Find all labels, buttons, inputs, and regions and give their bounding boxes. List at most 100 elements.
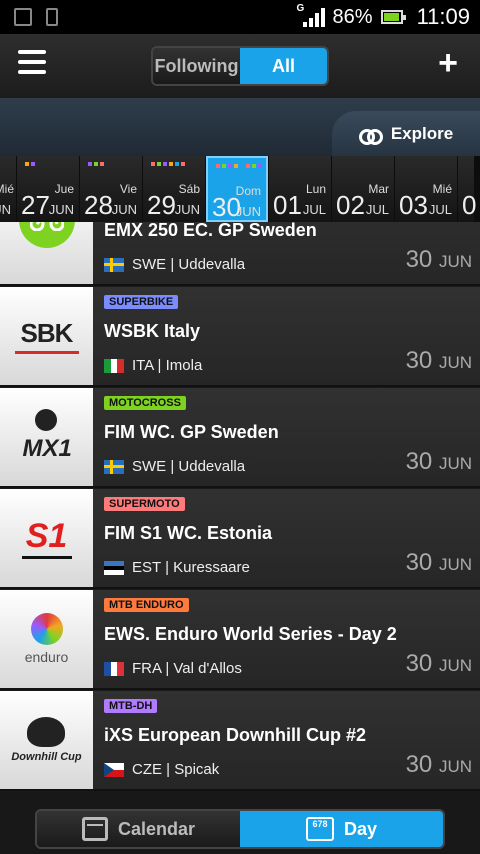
calendar-label: Calendar [117, 818, 196, 839]
notification-icon [14, 8, 32, 26]
date-cell[interactable]: Lun 01 JUL [269, 156, 331, 222]
event-date: 30 JUN [405, 347, 472, 374]
event-title: iXS European Downhill Cup #2 [104, 725, 367, 745]
date-month: JUN [0, 202, 11, 217]
date-month: JUL [428, 202, 452, 217]
date-day-name: Jue [54, 182, 74, 196]
all-tab[interactable]: All [240, 48, 327, 84]
event-date: 30 JUN [405, 650, 472, 677]
date-cell[interactable]: Mar 02 JUL [332, 156, 394, 222]
date-month: JUN [111, 202, 137, 217]
explore-button[interactable]: Explore [332, 111, 480, 156]
flag-swe-icon [104, 459, 124, 474]
event-location: SWE | Uddevalla [104, 256, 245, 273]
event-date: 30 JUN [405, 549, 472, 576]
binoculars-icon [358, 127, 383, 145]
event-title: WSBK Italy [104, 321, 201, 341]
event-title: EWS. Enduro World Series - Day 2 [104, 624, 397, 644]
event-date: 30 JUN [405, 448, 472, 475]
explore-label: Explore [390, 123, 454, 143]
category-tag: MTB ENDURO [104, 598, 189, 612]
event-dots [151, 162, 185, 166]
event-row[interactable]: MX1 MOTOCROSS FIM WC. GP Sweden SWE | Uddev… [0, 388, 480, 488]
following-tab[interactable]: Following [153, 48, 240, 84]
calendar-tab[interactable]: Calendar [37, 811, 240, 847]
flag-est-icon [104, 560, 124, 575]
event-row[interactable]: enduro MTB ENDURO EWS. Enduro World Series… [0, 590, 480, 690]
date-month: JUL [365, 202, 389, 217]
event-list: EMX 250 EC. GP Sweden SWE | Uddevalla 30 J… [0, 222, 480, 792]
flag-swe-icon [104, 257, 124, 272]
date-day-name: Lun [305, 182, 326, 196]
date-cell[interactable]: Mié JUN [0, 156, 16, 222]
date-day-name: Sáb [178, 182, 200, 196]
date-number: 27 [21, 190, 50, 220]
event-date: 30 JUN [405, 246, 472, 273]
battery-percent: 86% [332, 5, 373, 28]
phone-icon [46, 8, 58, 26]
category-tag: MOTOCROSS [104, 396, 186, 410]
date-number: 29 [147, 190, 176, 220]
event-row[interactable]: EMX 250 EC. GP Sweden SWE | Uddevalla 30 J… [0, 222, 480, 286]
date-number: 0 [462, 190, 477, 220]
category-tag: MTB-DH [104, 699, 158, 713]
flag-fra-icon [104, 661, 124, 676]
date-cell[interactable]: Jue 27 JUN [17, 156, 79, 222]
battery-icon [380, 10, 406, 24]
event-dots [216, 164, 262, 168]
downhill-cup-logo: Downhill Cup [0, 691, 93, 789]
event-title: FIM S1 WC. Estonia [104, 523, 273, 543]
date-cell[interactable]: Dom 30 JUN [206, 156, 268, 222]
calendar-icon [81, 817, 108, 841]
s1-supermoto-logo: S1 [0, 489, 93, 587]
event-location: ITA | Imola [104, 357, 202, 374]
sbk-logo: SBK [0, 287, 93, 385]
event-location: FRA | Val d'Allos [104, 660, 242, 677]
day-icon: 678 [305, 817, 334, 841]
date-number: 28 [84, 190, 113, 220]
event-row[interactable]: Downhill Cup MTB-DH iXS European Downhill … [0, 691, 480, 791]
app-header: Following All + [0, 34, 480, 98]
event-dots [25, 162, 35, 166]
add-icon[interactable]: + [438, 46, 458, 80]
enduro-logo: enduro [0, 590, 93, 688]
category-tag: SUPERMOTO [104, 497, 185, 511]
day-tab[interactable]: 678 Day [240, 811, 443, 847]
date-month: JUN [174, 202, 200, 217]
event-location: EST | Kuressaare [104, 559, 250, 576]
date-cell[interactable]: Vie 28 JUN [80, 156, 142, 222]
event-dots [88, 162, 104, 166]
event-row[interactable]: SBK SUPERBIKE WSBK Italy ITA | Imola 30 JUN [0, 287, 480, 387]
date-day-name: Mié [432, 182, 452, 196]
filter-toggle: Following All [151, 46, 329, 86]
event-title: FIM WC. GP Sweden [104, 422, 279, 442]
flag-cze-icon [104, 762, 124, 777]
motocross-bike-icon [0, 222, 93, 284]
hamburger-menu-icon[interactable] [18, 50, 46, 74]
date-month: JUL [302, 202, 326, 217]
bottom-bar: Calendar 678 Day [0, 792, 480, 854]
date-day-name: Mar [368, 182, 389, 196]
view-toggle: Calendar 678 Day [35, 809, 445, 849]
day-label: Day [343, 818, 378, 839]
event-date: 30 JUN [405, 751, 472, 778]
event-location: SWE | Uddevalla [104, 458, 245, 475]
event-row[interactable]: S1 SUPERMOTO FIM S1 WC. Estonia EST | Kures… [0, 489, 480, 589]
date-month: JUN [48, 202, 74, 217]
date-cell[interactable]: Sáb 29 JUN [143, 156, 205, 222]
date-cell[interactable]: Mié 03 JUL [395, 156, 457, 222]
status-bar: G 86% 11:09 [0, 0, 480, 34]
date-number: 03 [399, 190, 428, 220]
date-number: 01 [273, 190, 302, 220]
category-tag: SUPERBIKE [104, 295, 179, 309]
explore-strip: Explore [0, 98, 480, 156]
flag-ita-icon [104, 358, 124, 373]
date-cell[interactable]: 0 [458, 156, 477, 222]
event-location: CZE | Spicak [104, 761, 219, 778]
date-day-name: Mié [0, 182, 14, 196]
date-day-name: Vie [119, 182, 137, 196]
clock: 11:09 [416, 4, 470, 29]
signal-icon: G [297, 3, 325, 27]
date-month: JUN [235, 204, 261, 219]
mx1-logo: MX1 [0, 388, 93, 486]
